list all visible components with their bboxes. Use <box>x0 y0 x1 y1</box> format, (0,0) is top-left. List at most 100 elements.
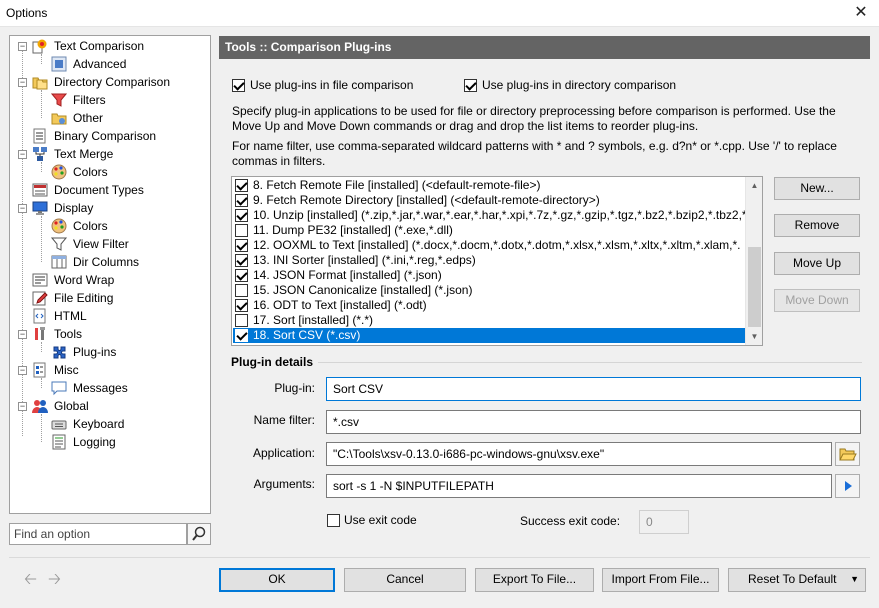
use-dir-plugins-label: Use plug-ins in directory comparison <box>482 78 677 92</box>
tree-item-label: Word Wrap <box>54 273 115 287</box>
plugin-enabled-checkbox[interactable] <box>235 284 248 297</box>
plugin-list[interactable]: 8. Fetch Remote File [installed] (<defau… <box>231 176 763 346</box>
arguments-menu-button[interactable] <box>835 474 860 498</box>
plugin-enabled-checkbox[interactable] <box>235 314 248 327</box>
list-item[interactable]: 15. JSON Canonicalize [installed] (*.jso… <box>233 283 745 298</box>
tree-item-label: Text Comparison <box>54 39 145 53</box>
plugin-enabled-checkbox[interactable] <box>235 209 248 222</box>
scroll-up-icon[interactable]: ▲ <box>746 177 762 194</box>
collapse-icon[interactable]: − <box>18 330 27 339</box>
collapse-icon[interactable]: − <box>18 42 27 51</box>
name-filter-label: Name filter: <box>253 413 315 427</box>
list-item[interactable]: 9. Fetch Remote Directory [installed] (<… <box>233 193 745 208</box>
list-item-selected[interactable]: 18. Sort CSV (*.csv) <box>233 328 745 343</box>
application-input[interactable]: "C:\Tools\xsv-0.13.0-i686-pc-windows-gnu… <box>326 442 832 466</box>
scroll-thumb[interactable] <box>748 247 761 327</box>
remove-plugin-button[interactable]: Remove <box>774 214 860 237</box>
reset-to-default-button[interactable]: Reset To Default ▼ <box>728 568 866 592</box>
plugin-item-label: 11. Dump PE32 [installed] (*.exe,*.dll) <box>253 223 453 237</box>
name-filter-value: *.csv <box>333 415 360 429</box>
plugin-item-label: 13. INI Sorter [installed] (*.ini,*.reg,… <box>253 253 476 267</box>
tree-item-label: Dir Columns <box>73 255 140 269</box>
cancel-button[interactable]: Cancel <box>344 568 466 592</box>
plugin-enabled-checkbox[interactable] <box>235 269 248 282</box>
tree-item-label: Display <box>54 201 94 215</box>
plugin-item-label: 17. Sort [installed] (*.*) <box>253 313 374 327</box>
name-filter-input[interactable]: *.csv <box>326 410 861 434</box>
list-scrollbar[interactable]: ▲ ▼ <box>745 177 762 345</box>
move-down-button[interactable]: Move Down <box>774 289 860 312</box>
folder-compare-icon <box>32 77 48 90</box>
success-exit-code-value: 0 <box>646 515 653 529</box>
list-item[interactable]: 17. Sort [installed] (*.*) <box>233 313 745 328</box>
plugin-name-input[interactable]: Sort CSV <box>326 377 861 401</box>
success-exit-code-input[interactable]: 0 <box>639 510 689 534</box>
search-icon <box>192 526 206 541</box>
plugin-enabled-checkbox[interactable] <box>235 299 248 312</box>
list-item[interactable]: 16. ODT to Text [installed] (*.odt) <box>233 298 745 313</box>
collapse-icon[interactable]: − <box>18 204 27 213</box>
word-wrap-icon <box>32 273 48 287</box>
plugin-item-label: 18. Sort CSV (*.csv) <box>253 328 361 342</box>
tree-item-label: Colors <box>73 219 108 233</box>
plugin-enabled-checkbox[interactable] <box>235 239 248 252</box>
list-item[interactable]: 13. INI Sorter [installed] (*.ini,*.reg,… <box>233 253 745 268</box>
collapse-icon[interactable]: − <box>18 402 27 411</box>
search-button[interactable] <box>187 523 211 545</box>
tree-line <box>41 216 42 262</box>
new-plugin-button[interactable]: New... <box>774 177 860 200</box>
tree-item-label: Tools <box>54 327 83 341</box>
list-item[interactable]: 12. OOXML to Text [installed] (*.docx,*.… <box>233 238 745 253</box>
palette-icon <box>51 218 67 234</box>
filter-icon <box>51 237 67 251</box>
panel-header: Tools :: Comparison Plug-ins <box>219 36 870 59</box>
filter-icon <box>51 93 67 107</box>
back-arrow-icon[interactable]: 🡠 <box>24 568 37 595</box>
pencil-icon <box>32 291 48 306</box>
plugin-item-label: 8. Fetch Remote File [installed] (<defau… <box>253 178 541 192</box>
use-file-plugins-label: Use plug-ins in file comparison <box>250 78 414 92</box>
tree-line <box>41 90 42 118</box>
tree-item-label: Messages <box>73 381 128 395</box>
move-up-button[interactable]: Move Up <box>774 252 860 275</box>
list-item[interactable]: 14. JSON Format [installed] (*.json) <box>233 268 745 283</box>
use-file-plugins-checkbox[interactable] <box>232 79 245 92</box>
list-item[interactable]: 11. Dump PE32 [installed] (*.exe,*.dll) <box>233 223 745 238</box>
arguments-input[interactable]: sort -s 1 -N $INPUTFILEPATH <box>326 474 832 498</box>
plugin-enabled-checkbox[interactable] <box>235 194 248 207</box>
import-from-file-button[interactable]: Import From File... <box>602 568 719 592</box>
ok-button[interactable]: OK <box>219 568 335 592</box>
plugin-item-label: 15. JSON Canonicalize [installed] (*.jso… <box>253 283 473 297</box>
plugin-name-label: Plug-in: <box>274 381 315 395</box>
tree-line <box>41 54 42 64</box>
collapse-icon[interactable]: − <box>18 366 27 375</box>
plugin-enabled-checkbox[interactable] <box>235 254 248 267</box>
tree-item-label: View Filter <box>73 237 129 251</box>
collapse-icon[interactable]: − <box>18 150 27 159</box>
list-item[interactable]: 8. Fetch Remote File [installed] (<defau… <box>233 178 745 193</box>
collapse-icon[interactable]: − <box>18 78 27 87</box>
plugin-item-label: 14. JSON Format [installed] (*.json) <box>253 268 442 282</box>
arguments-label: Arguments: <box>253 477 315 491</box>
forward-arrow-icon[interactable]: 🡢 <box>48 568 61 595</box>
list-item[interactable]: 10. Unzip [installed] (*.zip,*.jar,*.war… <box>233 208 745 223</box>
dropdown-arrow-icon[interactable]: ▼ <box>850 569 859 589</box>
tree-item-label: Colors <box>73 165 108 179</box>
tree-item-label: Directory Comparison <box>54 75 171 89</box>
close-icon[interactable]: ✕ <box>851 2 871 24</box>
options-tree[interactable]: Text Comparison − Advanced Directory Com… <box>9 35 211 514</box>
advanced-icon <box>51 56 67 72</box>
plugin-enabled-checkbox[interactable] <box>235 179 248 192</box>
tree-item-label: Other <box>73 111 104 125</box>
browse-application-button[interactable] <box>835 442 860 466</box>
use-exit-code-checkbox[interactable] <box>327 514 340 527</box>
export-to-file-button[interactable]: Export To File... <box>475 568 594 592</box>
plugin-enabled-checkbox[interactable] <box>235 224 248 237</box>
arguments-value: sort -s 1 -N $INPUTFILEPATH <box>333 479 494 493</box>
plugin-enabled-checkbox[interactable] <box>235 329 248 342</box>
tree-item-label: Document Types <box>54 183 144 197</box>
scroll-down-icon[interactable]: ▼ <box>746 328 762 345</box>
description-line: Specify plug-in applications to be used … <box>232 104 836 118</box>
find-option-input[interactable]: Find an option <box>9 523 187 545</box>
use-dir-plugins-checkbox[interactable] <box>464 79 477 92</box>
